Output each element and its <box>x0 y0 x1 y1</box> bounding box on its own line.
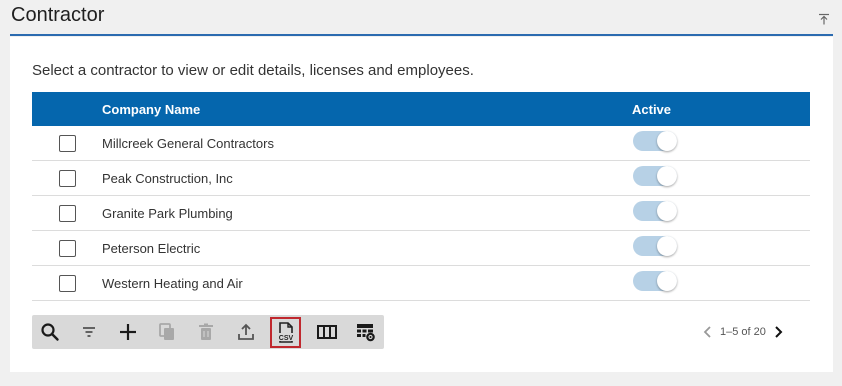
contractor-table: Company Name Active Millcreek General Co… <box>32 92 810 301</box>
chevron-right-icon[interactable] <box>772 324 786 340</box>
active-toggle[interactable] <box>633 131 677 151</box>
contractor-panel: Select a contractor to view or edit deta… <box>10 37 833 372</box>
table-row[interactable]: Granite Park Plumbing <box>32 196 810 231</box>
company-name: Peterson Electric <box>102 241 201 256</box>
row-checkbox[interactable] <box>59 135 76 152</box>
intro-text: Select a contractor to view or edit deta… <box>32 62 474 79</box>
export-icon[interactable] <box>234 320 258 344</box>
company-name: Western Heating and Air <box>102 276 243 291</box>
table-row[interactable]: Peak Construction, Inc <box>32 161 810 196</box>
table-row[interactable]: Millcreek General Contractors <box>32 126 810 161</box>
active-toggle[interactable] <box>633 201 677 221</box>
add-icon[interactable] <box>116 320 140 344</box>
collapse-up-icon[interactable] <box>817 12 831 26</box>
delete-icon[interactable] <box>194 320 218 344</box>
section-header: Contractor <box>10 0 833 36</box>
csv-icon: CSV <box>276 321 295 343</box>
column-header-active[interactable]: Active <box>632 102 671 117</box>
active-toggle[interactable] <box>633 166 677 186</box>
filter-icon[interactable] <box>77 320 101 344</box>
search-icon[interactable] <box>38 320 62 344</box>
csv-export-button[interactable]: CSV <box>270 317 301 348</box>
table-row[interactable]: Peterson Electric <box>32 231 810 266</box>
copy-icon[interactable] <box>155 320 179 344</box>
company-name: Granite Park Plumbing <box>102 206 233 221</box>
table-settings-icon[interactable] <box>354 320 378 344</box>
table-row[interactable]: Western Heating and Air <box>32 266 810 301</box>
row-checkbox[interactable] <box>59 205 76 222</box>
row-checkbox[interactable] <box>59 240 76 257</box>
active-toggle[interactable] <box>633 236 677 256</box>
company-name: Peak Construction, Inc <box>102 171 233 186</box>
columns-icon[interactable] <box>315 320 339 344</box>
pagination: 1–5 of 20 <box>700 321 786 343</box>
column-header-company-name[interactable]: Company Name <box>102 102 200 117</box>
svg-text:CSV: CSV <box>278 335 293 342</box>
table-toolbar: CSV <box>32 315 384 349</box>
row-checkbox[interactable] <box>59 170 76 187</box>
page-title: Contractor <box>11 4 105 26</box>
company-name: Millcreek General Contractors <box>102 136 274 151</box>
chevron-left-icon[interactable] <box>700 324 714 340</box>
table-header: Company Name Active <box>32 92 810 126</box>
active-toggle[interactable] <box>633 271 677 291</box>
row-checkbox[interactable] <box>59 275 76 292</box>
pagination-info: 1–5 of 20 <box>720 326 766 338</box>
